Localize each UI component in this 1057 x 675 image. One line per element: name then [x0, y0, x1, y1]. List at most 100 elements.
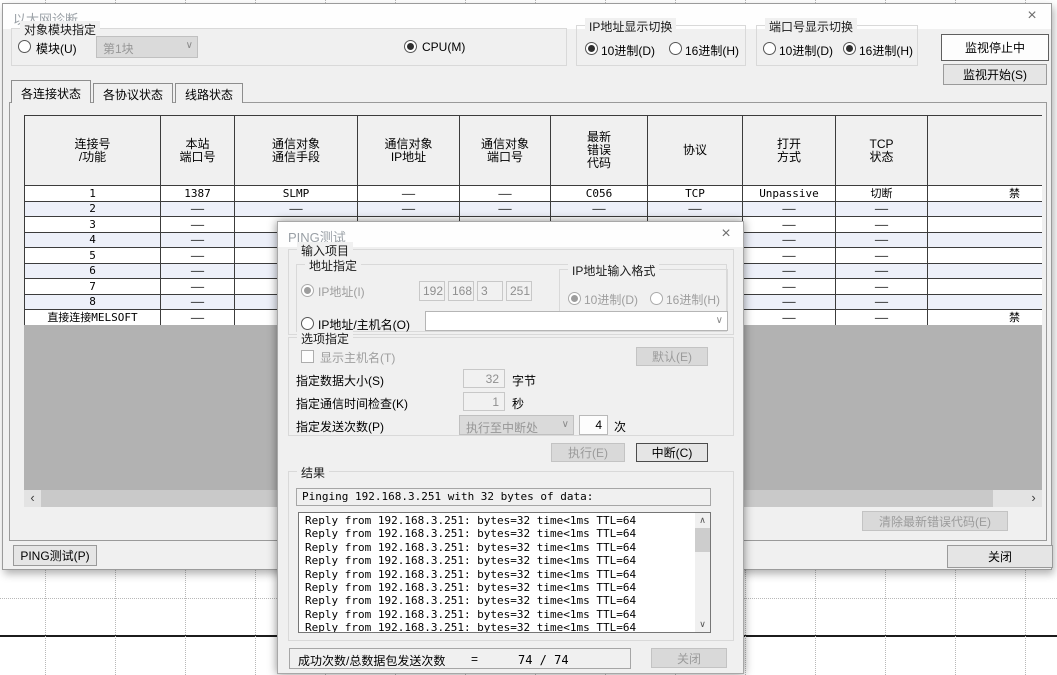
scroll-right-icon[interactable]: ›	[1025, 490, 1042, 507]
ip-format-group-label: IP地址输入格式	[568, 262, 659, 279]
column-header: 本站 端口号	[161, 116, 235, 186]
table-cell: 2	[25, 202, 161, 218]
table-cell: 7	[25, 279, 161, 295]
monitor-start-button[interactable]: 监视开始(S)	[943, 64, 1047, 85]
ping-reply-line: Reply from 192.168.3.251: bytes=32 time<…	[299, 541, 694, 554]
data-size-field[interactable]: 32	[463, 369, 505, 388]
ping-result-lines: Reply from 192.168.3.251: bytes=32 time<…	[299, 514, 694, 633]
column-header: 通信对象 通信手段	[235, 116, 358, 186]
module-select[interactable]: 第1块 ∨	[96, 36, 198, 58]
ping-reply-line: Reply from 192.168.3.251: bytes=32 time<…	[299, 568, 694, 581]
port-display-dec-label: 10进制(D)	[779, 42, 833, 59]
ip-octet-field[interactable]: 3	[477, 281, 503, 301]
table-cell: ——	[161, 264, 235, 280]
column-header: 打开 方式	[743, 116, 836, 186]
close-icon[interactable]: ×	[1021, 6, 1043, 26]
ip-octet-fields: 1921683251	[419, 281, 532, 301]
table-cell: ——	[358, 186, 460, 202]
execute-button[interactable]: 执行(E)	[551, 443, 625, 462]
ip-display-hex-radio[interactable]	[669, 42, 682, 55]
port-display-dec-radio[interactable]	[763, 42, 776, 55]
result-vertical-scrollbar[interactable]: ∧ ∨	[695, 513, 710, 632]
cpu-radio[interactable]	[404, 40, 417, 53]
ping-reply-line: Reply from 192.168.3.251: bytes=32 time<…	[299, 594, 694, 607]
table-cell	[928, 264, 1042, 280]
table-cell: 8	[25, 295, 161, 311]
ip-format-dec-radio[interactable]	[568, 292, 581, 305]
ip-octet-field[interactable]: 168	[448, 281, 474, 301]
vscroll-thumb[interactable]	[695, 528, 710, 552]
ip-format-hex-radio[interactable]	[650, 292, 663, 305]
column-header: 连接号 /功能	[25, 116, 161, 186]
table-row[interactable]: 2————————————————	[25, 202, 1042, 218]
table-cell: ——	[836, 202, 928, 218]
ip-address-radio[interactable]	[301, 284, 314, 297]
table-cell: 直接连接MELSOFT	[25, 310, 161, 325]
send-count-mode-value: 执行至中断处	[466, 419, 538, 436]
send-count-field[interactable]: 4	[579, 415, 608, 435]
table-cell: ——	[743, 310, 836, 325]
ping-reply-line: Reply from 192.168.3.251: bytes=32 time<…	[299, 514, 694, 527]
scroll-down-icon[interactable]: ∨	[695, 617, 710, 632]
host-name-radio[interactable]	[301, 317, 314, 330]
target-module-group-label: 对象模块指定	[20, 21, 100, 38]
ping-test-button[interactable]: PING测试(P)	[13, 545, 97, 566]
table-cell: ——	[161, 248, 235, 264]
column-header	[928, 116, 1042, 186]
show-hostname-label: 显示主机名(T)	[320, 349, 395, 366]
send-count-mode-select[interactable]: 执行至中断处 ∨	[459, 415, 574, 435]
tab-3[interactable]: 线路状态	[175, 83, 243, 103]
module-select-value: 第1块	[103, 40, 134, 57]
host-name-combo[interactable]: ∨	[425, 311, 728, 331]
interrupt-button[interactable]: 中断(C)	[636, 443, 708, 462]
table-cell: ——	[836, 279, 928, 295]
ping-summary-text: Pinging 192.168.3.251 with 32 bytes of d…	[296, 488, 711, 506]
ip-octet-field[interactable]: 192	[419, 281, 445, 301]
ip-display-dec-radio[interactable]	[585, 42, 598, 55]
port-display-hex-radio[interactable]	[843, 42, 856, 55]
ip-address-radio-label: IP地址(I)	[318, 283, 365, 300]
table-cell: ——	[161, 202, 235, 218]
scroll-up-icon[interactable]: ∧	[695, 513, 710, 528]
show-hostname-checkbox[interactable]	[301, 350, 314, 363]
timeout-field[interactable]: 1	[463, 392, 505, 411]
default-button[interactable]: 默认(E)	[636, 347, 708, 366]
port-display-hex-label: 16进制(H)	[859, 42, 913, 59]
option-group-label: 选项指定	[297, 330, 353, 347]
ping-reply-line: Reply from 192.168.3.251: bytes=32 time<…	[299, 554, 694, 567]
monitor-status-button[interactable]: 监视停止中	[941, 34, 1049, 61]
table-cell: TCP	[648, 186, 743, 202]
table-cell: 3	[25, 217, 161, 233]
tab-1[interactable]: 各连接状态	[11, 80, 91, 103]
ping-result-list[interactable]: Reply from 192.168.3.251: bytes=32 time<…	[298, 512, 711, 633]
table-cell: ——	[648, 202, 743, 218]
table-row[interactable]: 11387SLMP————C056TCPUnpassive切断禁	[25, 186, 1042, 202]
cpu-radio-label: CPU(M)	[422, 40, 465, 54]
clear-error-button[interactable]: 清除最新错误代码(E)	[862, 511, 1008, 531]
table-cell: ——	[358, 202, 460, 218]
table-cell: ——	[836, 295, 928, 311]
scroll-left-icon[interactable]: ‹	[24, 490, 41, 507]
table-cell: ——	[836, 264, 928, 280]
ping-reply-line: Reply from 192.168.3.251: bytes=32 time<…	[299, 608, 694, 621]
ip-display-group-label: IP地址显示切换	[585, 18, 676, 35]
module-radio[interactable]	[18, 40, 31, 53]
tab-2[interactable]: 各协议状态	[93, 83, 173, 103]
table-cell: 禁	[928, 186, 1042, 202]
port-display-group-label: 端口号显示切换	[765, 18, 857, 35]
ping-close-button[interactable]: 关闭	[651, 648, 727, 668]
ip-format-dec-label: 10进制(D)	[584, 291, 638, 308]
table-cell: ——	[743, 217, 836, 233]
table-cell: ——	[161, 310, 235, 325]
status-tabs: 各连接状态各协议状态线路状态	[11, 80, 245, 103]
main-close-button[interactable]: 关闭	[947, 545, 1053, 568]
table-cell	[928, 248, 1042, 264]
table-cell: ——	[743, 295, 836, 311]
ip-display-hex-label: 16进制(H)	[685, 42, 739, 59]
ip-octet-field[interactable]: 251	[506, 281, 532, 301]
table-cell	[928, 217, 1042, 233]
table-cell: ——	[460, 202, 551, 218]
ping-close-icon[interactable]: ×	[715, 224, 737, 244]
column-header: 通信对象 端口号	[460, 116, 551, 186]
column-header: 通信对象 IP地址	[358, 116, 460, 186]
